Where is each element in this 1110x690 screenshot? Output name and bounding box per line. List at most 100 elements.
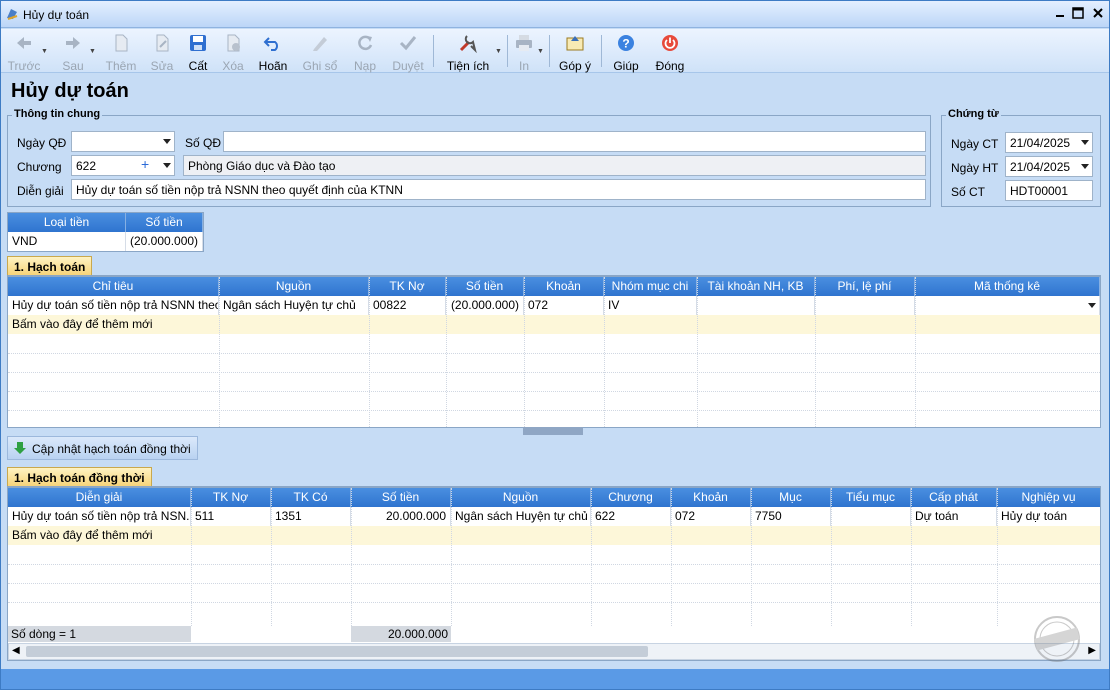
chuong-field[interactable]: 622 + <box>71 155 175 176</box>
table-cell[interactable]: 20.000.000 <box>351 507 451 526</box>
column-header[interactable]: Chỉ tiêu <box>8 277 219 296</box>
delete-button[interactable]: Xóa <box>219 31 247 73</box>
undo-button[interactable]: Hoãn <box>257 31 289 73</box>
column-header[interactable]: Nhóm mục chi <box>604 277 697 296</box>
minimize-icon[interactable] <box>1053 6 1067 20</box>
column-header[interactable]: Mã thống kê <box>915 277 1100 296</box>
column-header[interactable]: TK Có <box>271 488 351 507</box>
close-button[interactable]: Đóng <box>651 31 689 73</box>
table-cell[interactable]: Hủy dự toán <box>997 507 1100 526</box>
edit-button[interactable]: Sửa <box>147 31 177 73</box>
table-cell[interactable]: 00822 <box>369 296 446 315</box>
save-button[interactable]: Cất <box>185 31 211 73</box>
utilities-button[interactable]: Tiện ích <box>443 31 493 73</box>
ngay-qd-field[interactable] <box>71 131 175 152</box>
dien-giai-field[interactable]: Hủy dự toán số tiền nộp trả NSNN theo qu… <box>71 179 926 200</box>
chevron-down-icon[interactable] <box>1081 164 1089 169</box>
svg-text:?: ? <box>622 37 629 51</box>
table-cell[interactable]: Hủy dự toán số tiền nộp trả NSN... <box>8 507 191 526</box>
table-cell[interactable]: 7750 <box>751 507 831 526</box>
next-button[interactable]: Sau <box>57 31 89 73</box>
table-cell[interactable] <box>815 296 915 315</box>
next-dropdown-icon[interactable]: ▼ <box>89 48 96 55</box>
currency-header: Loại tiền Số tiền <box>8 213 203 232</box>
table-row[interactable]: VND (20.000.000) <box>8 232 203 251</box>
horizontal-scrollbar[interactable]: ◀ ▶ <box>8 643 1100 660</box>
update-dong-thoi-button[interactable]: Cập nhật hạch toán đồng thời <box>7 436 198 460</box>
column-header[interactable]: Khoản <box>671 488 751 507</box>
table-row[interactable]: Hủy dự toán số tiền nộp trả NSN... 511 1… <box>8 507 1100 526</box>
column-header[interactable]: Chương <box>591 488 671 507</box>
column-header[interactable]: Loại tiền <box>8 213 126 232</box>
table-cell[interactable]: 622 <box>591 507 671 526</box>
help-button[interactable]: ? Giúp <box>609 31 643 73</box>
table-cell[interactable] <box>831 507 911 526</box>
table-cell[interactable]: 072 <box>524 296 604 315</box>
column-header[interactable]: Cấp phát <box>911 488 997 507</box>
table-cell[interactable]: VND <box>8 232 126 251</box>
column-header[interactable]: TK Nợ <box>369 277 446 296</box>
column-header[interactable]: Diễn giải <box>8 488 191 507</box>
add-icon[interactable]: + <box>141 156 149 172</box>
table-cell[interactable]: (20.000.000) <box>446 296 524 315</box>
so-qd-field[interactable] <box>223 131 926 152</box>
splitter-handle[interactable] <box>523 427 583 435</box>
so-ct-field[interactable]: HDT00001 <box>1005 180 1093 201</box>
floppy-disk-icon <box>190 35 206 51</box>
prev-dropdown-icon[interactable]: ▼ <box>41 48 48 55</box>
column-header[interactable]: Tài khoản NH, KB <box>697 277 815 296</box>
column-header[interactable]: Nguồn <box>219 277 369 296</box>
table-cell[interactable]: Dự toán <box>911 507 997 526</box>
table-cell[interactable]: Ngân sách Huyện tự chủ <box>219 296 369 315</box>
column-header[interactable]: Số tiền <box>446 277 524 296</box>
add-new-row[interactable]: Bấm vào đây để thêm mới <box>8 526 1100 545</box>
approve-button[interactable]: Duyệt <box>389 31 427 73</box>
table-cell[interactable]: Hủy dự toán số tiền nộp trả NSNN theo... <box>8 296 219 315</box>
ngay-ht-field[interactable]: 21/04/2025 <box>1005 156 1093 177</box>
scroll-thumb[interactable] <box>26 646 648 657</box>
grid-line <box>446 277 447 427</box>
column-header[interactable]: Nguồn <box>451 488 591 507</box>
table-cell[interactable] <box>915 296 1100 315</box>
print-dropdown-icon[interactable]: ▼ <box>537 48 544 55</box>
table-cell[interactable]: (20.000.000) <box>126 232 203 251</box>
main-content: Hủy dự toán Thông tin chung Ngày QĐ Số Q… <box>1 73 1109 671</box>
post-button[interactable]: Ghi sổ <box>299 31 341 73</box>
ngay-ct-label: Ngày CT <box>951 137 999 151</box>
column-header[interactable]: Nghiệp vụ <box>997 488 1100 507</box>
reload-button[interactable]: Nạp <box>349 31 381 73</box>
table-cell[interactable]: 511 <box>191 507 271 526</box>
table-cell[interactable] <box>697 296 815 315</box>
prev-button[interactable]: Trước <box>7 31 41 73</box>
chevron-down-icon[interactable] <box>163 163 171 168</box>
column-header[interactable]: Tiểu mục <box>831 488 911 507</box>
utilities-dropdown-icon[interactable]: ▼ <box>495 48 502 55</box>
add-new-row[interactable]: Bấm vào đây để thêm mới <box>8 315 1100 334</box>
column-header[interactable]: Khoản <box>524 277 604 296</box>
add-button[interactable]: Thêm <box>103 31 139 73</box>
maximize-icon[interactable] <box>1071 6 1085 20</box>
table-row[interactable]: Hủy dự toán số tiền nộp trả NSNN theo...… <box>8 296 1100 315</box>
table-cell[interactable]: IV <box>604 296 697 315</box>
toolbar-separator <box>507 35 508 67</box>
scroll-left-icon[interactable]: ◀ <box>12 645 20 656</box>
grid-line <box>369 277 370 427</box>
column-header[interactable]: Mục <box>751 488 831 507</box>
table-cell[interactable]: 072 <box>671 507 751 526</box>
chevron-down-icon[interactable] <box>1088 303 1096 308</box>
ngay-ct-field[interactable]: 21/04/2025 <box>1005 132 1093 153</box>
tab-hach-toan-dong-thoi[interactable]: 1. Hạch toán đồng thời <box>7 467 152 486</box>
column-header[interactable]: Số tiền <box>126 213 203 232</box>
column-header[interactable]: TK Nợ <box>191 488 271 507</box>
print-button[interactable]: In <box>513 31 535 73</box>
feedback-button[interactable]: Góp ý <box>557 31 593 73</box>
scroll-right-icon[interactable]: ▶ <box>1088 645 1096 656</box>
column-header[interactable]: Phí, lệ phí <box>815 277 915 296</box>
table-cell[interactable]: 1351 <box>271 507 351 526</box>
close-icon[interactable] <box>1091 6 1105 20</box>
tab-hach-toan[interactable]: 1. Hạch toán <box>7 256 93 275</box>
column-header[interactable]: Số tiền <box>351 488 451 507</box>
table-cell[interactable]: Ngân sách Huyện tự chủ <box>451 507 591 526</box>
chevron-down-icon[interactable] <box>163 139 171 144</box>
chevron-down-icon[interactable] <box>1081 140 1089 145</box>
